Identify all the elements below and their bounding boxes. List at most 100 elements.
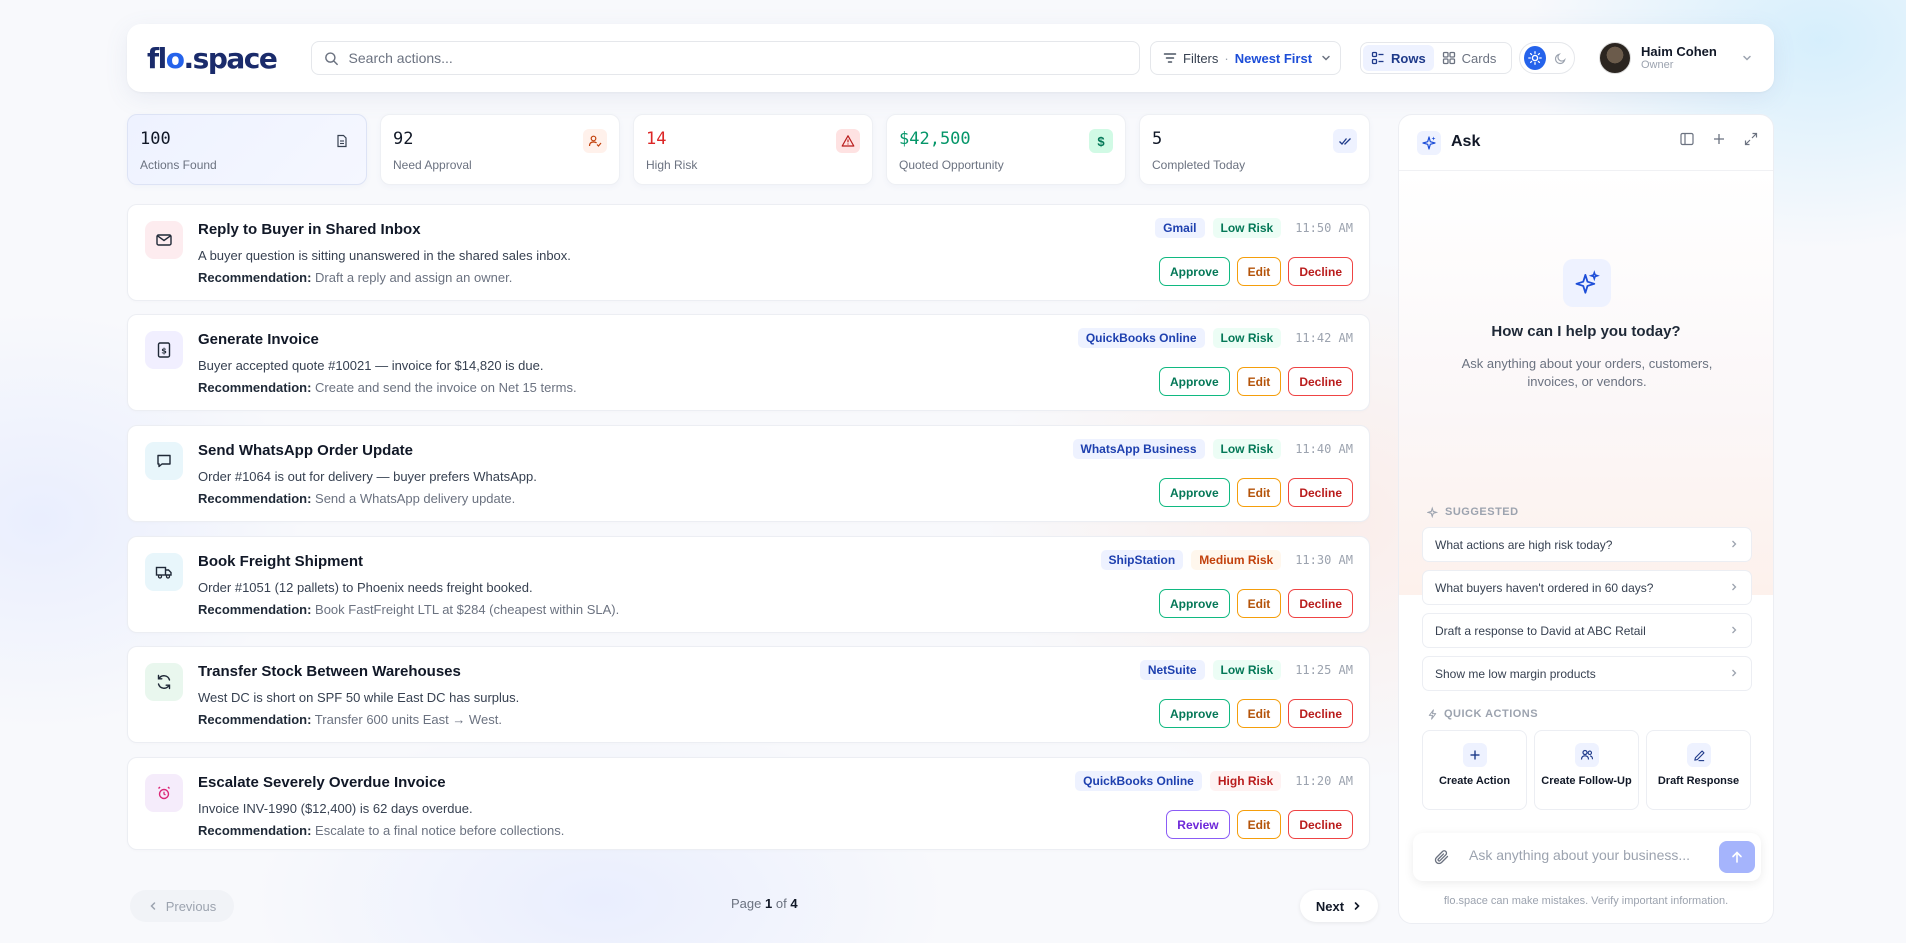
suggested-label: SUGGESTED [1445,506,1519,518]
next-button[interactable]: Next [1300,890,1378,922]
stat-label: Need Approval [393,158,472,172]
draft-response-button[interactable]: Draft Response [1646,730,1751,810]
create-follow-up-button[interactable]: Create Follow-Up [1534,730,1639,810]
action-time: 11:25 AM [1295,663,1353,677]
sidebar-toggle-icon[interactable] [1679,131,1695,147]
approve-button[interactable]: Approve [1158,699,1230,728]
edit-button[interactable]: Edit [1236,367,1282,396]
plus-icon [1463,743,1487,767]
user-menu[interactable]: Haim Cohen Owner [1599,38,1753,78]
filters-label: Filters [1183,50,1219,66]
stat-need-approval[interactable]: 92 Need Approval [380,114,620,185]
suggestion-item[interactable]: What actions are high risk today? [1422,527,1752,562]
decline-button[interactable]: Decline [1288,257,1353,286]
user-name: Haim Cohen [1641,44,1717,59]
action-card[interactable]: Reply to Buyer in Shared Inbox A buyer q… [127,204,1370,301]
svg-text:$: $ [161,347,167,356]
edit-button[interactable]: Edit [1236,699,1282,728]
create-action-button[interactable]: Create Action [1422,730,1527,810]
app-badge: Gmail [1155,218,1205,238]
recommendation-text: Create and send the invoice on Net 15 te… [315,380,577,395]
action-card[interactable]: Book Freight Shipment Order #1051 (12 pa… [127,536,1370,633]
decline-button[interactable]: Decline [1288,478,1353,507]
suggestion-item[interactable]: Draft a response to David at ABC Retail [1422,613,1752,648]
review-button[interactable]: Review [1166,810,1230,839]
approve-button[interactable]: Approve [1158,589,1230,618]
stat-label: High Risk [646,158,698,172]
filters-button[interactable]: Filters · Newest First [1150,41,1341,75]
moon-icon[interactable] [1552,48,1570,68]
edit-button[interactable]: Edit [1236,810,1282,839]
action-recommendation: Recommendation: Draft a reply and assign… [198,270,512,285]
action-card[interactable]: Send WhatsApp Order Update Order #1064 i… [127,425,1370,522]
suggestion-text: Draft a response to David at ABC Retail [1435,623,1646,638]
suggestion-item[interactable]: Show me low margin products [1422,656,1752,691]
ask-input[interactable] [1469,847,1709,863]
action-description: Buyer accepted quote #10021 — invoice fo… [198,358,544,373]
theme-toggle[interactable] [1519,42,1575,74]
stat-completed-today[interactable]: 5 Completed Today [1139,114,1370,185]
send-button[interactable] [1719,841,1755,873]
risk-badge: Low Risk [1212,660,1282,680]
action-card[interactable]: Transfer Stock Between Warehouses West D… [127,646,1370,743]
decline-button[interactable]: Decline [1288,367,1353,396]
search-input[interactable] [348,50,1139,66]
stat-actions-found[interactable]: 100 Actions Found [127,114,367,185]
decline-button[interactable]: Decline [1288,589,1353,618]
avatar [1599,42,1631,74]
expand-icon[interactable] [1743,131,1759,147]
edit-button[interactable]: Edit [1236,478,1282,507]
recommendation-label: Recommendation: [198,823,312,838]
ask-header: Ask [1399,115,1773,171]
ask-title: Ask [1451,133,1481,150]
total-pages: 4 [790,896,798,911]
sort-value: Newest First [1234,50,1313,66]
recommendation-text: Transfer 600 units East → West. [314,712,502,727]
sparkle-icon [1427,506,1439,518]
action-description: Invoice INV-1990 ($12,400) is 62 days ov… [198,801,473,816]
rows-icon [1371,51,1384,65]
chevron-left-icon [150,902,155,910]
sparkle-icon [1563,259,1611,307]
paperclip-icon[interactable] [1433,848,1451,866]
action-recommendation: Recommendation: Book FastFreight LTL at … [198,602,619,617]
decline-button[interactable]: Decline [1288,699,1353,728]
ask-panel: Ask How can I help you today? Ask anythi… [1398,114,1774,924]
plus-icon[interactable] [1711,131,1727,147]
bolt-icon [1428,708,1437,720]
sun-icon[interactable] [1524,46,1546,70]
action-description: Order #1064 is out for delivery — buyer … [198,469,537,484]
recommendation-label: Recommendation: [198,270,312,285]
logo[interactable]: flo.space [147,38,278,78]
rows-view-button[interactable]: Rows [1363,45,1434,71]
action-title: Send WhatsApp Order Update [198,442,414,459]
approve-button[interactable]: Approve [1158,478,1230,507]
recommendation-text: Escalate to a final notice before collec… [315,823,565,838]
users-icon [1575,743,1599,767]
stat-label: Quoted Opportunity [899,158,1004,172]
document-icon [330,129,354,153]
app-badge: QuickBooks Online [1075,771,1202,791]
stat-quoted-opportunity[interactable]: $42,500 Quoted Opportunity $ [886,114,1126,185]
approve-button[interactable]: Approve [1158,367,1230,396]
action-title: Book Freight Shipment [198,553,363,570]
sparkle-icon [1417,131,1441,155]
action-card[interactable]: $ Generate Invoice Buyer accepted quote … [127,314,1370,411]
stat-high-risk[interactable]: 14 High Risk [633,114,873,185]
ask-composer [1413,833,1761,881]
edit-button[interactable]: Edit [1236,589,1282,618]
chat-icon [145,442,183,480]
chevron-right-icon [1732,540,1737,548]
stat-value: 14 [646,129,667,149]
action-description: West DC is short on SPF 50 while East DC… [198,690,520,705]
previous-button[interactable]: Previous [130,890,234,922]
search-bar[interactable] [311,41,1140,75]
edit-button[interactable]: Edit [1236,257,1282,286]
cards-view-button[interactable]: Cards [1434,45,1505,71]
chevron-down-icon [1743,55,1751,61]
decline-button[interactable]: Decline [1288,810,1353,839]
page-word: Page [731,896,762,911]
suggestion-item[interactable]: What buyers haven't ordered in 60 days? [1422,570,1752,605]
approve-button[interactable]: Approve [1158,257,1230,286]
action-card[interactable]: Escalate Severely Overdue Invoice Invoic… [127,757,1370,850]
